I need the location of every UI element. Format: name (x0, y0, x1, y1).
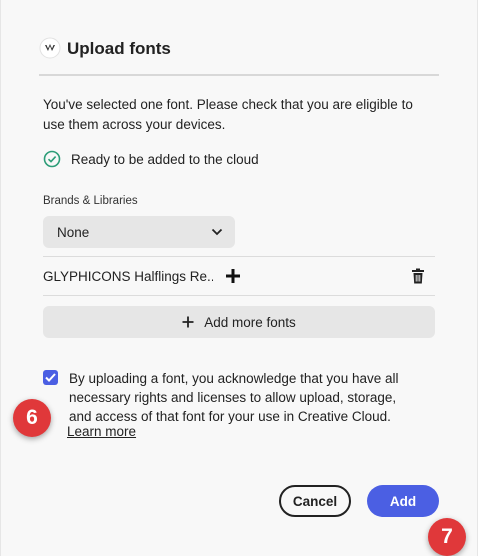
dialog-description: You've selected one font. Please check t… (43, 97, 413, 132)
brands-libraries-label: Brands & Libraries (43, 195, 138, 207)
annotation-badge-7: 7 (428, 518, 466, 556)
upload-fonts-dialog: Upload fonts You've selected one font. P… (0, 0, 478, 556)
add-button[interactable]: Add (367, 485, 439, 517)
font-list-item: GLYPHICONS Halflings Re... (43, 256, 435, 296)
trash-icon[interactable] (411, 268, 425, 284)
add-more-fonts-button[interactable]: Add more fonts (43, 306, 435, 338)
consent-text: By uploading a font, you acknowledge tha… (69, 371, 399, 424)
annotation-badge-6: 6 (13, 399, 51, 437)
consent-checkbox[interactable] (43, 370, 58, 385)
status-text: Ready to be added to the cloud (71, 151, 259, 167)
dropdown-selected-value: None (57, 224, 90, 240)
learn-more-link[interactable]: Learn more (67, 424, 136, 439)
chevron-down-icon (211, 228, 223, 236)
check-circle-icon (43, 150, 61, 168)
checkmark-icon (45, 373, 56, 382)
dialog-header: Upload fonts (39, 36, 439, 76)
status-row: Ready to be added to the cloud (43, 150, 259, 168)
cancel-button[interactable]: Cancel (279, 485, 351, 517)
dialog-title: Upload fonts (67, 39, 171, 58)
brands-libraries-dropdown[interactable]: None (43, 216, 235, 248)
creative-cloud-fonts-icon (39, 37, 61, 59)
plus-icon[interactable] (225, 268, 241, 284)
add-more-fonts-label: Add more fonts (204, 314, 296, 330)
font-name: GLYPHICONS Halflings Re... (43, 268, 213, 284)
plus-icon (182, 316, 194, 328)
